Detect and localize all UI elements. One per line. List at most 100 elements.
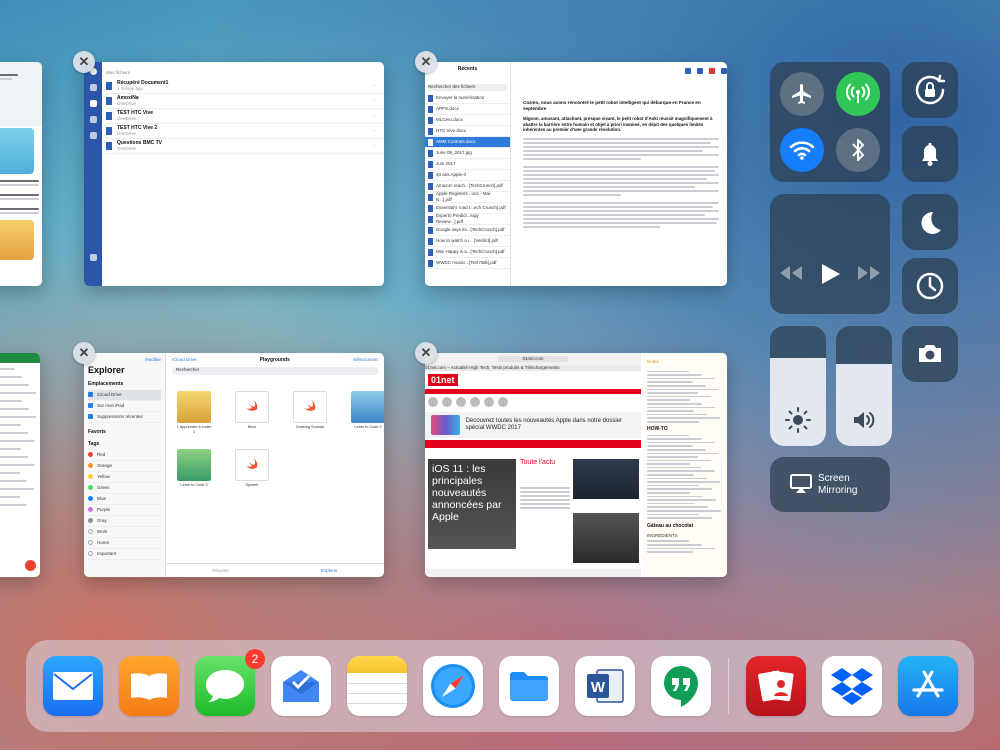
file-item[interactable]: Blink: [234, 391, 270, 430]
file-item[interactable]: 1 Apprendre à coder 1: [176, 391, 212, 434]
file-list-item[interactable]: Google says its...[TechCrunch].pdf: [425, 225, 510, 236]
airplane-mode-toggle[interactable]: [780, 72, 824, 116]
doc-row[interactable]: Questions BMC TV OneDrive ···: [106, 139, 384, 154]
dock-app-notes[interactable]: [347, 656, 407, 716]
add-fab-icon[interactable]: [25, 560, 36, 571]
tab-explorer[interactable]: Explorer: [321, 568, 338, 574]
tag-item[interactable]: Orange: [88, 461, 161, 472]
screen-mirroring-button[interactable]: Screen Mirroring: [770, 457, 890, 512]
folder-title: Playgrounds: [259, 357, 290, 363]
cellular-toggle[interactable]: [836, 72, 880, 116]
dock-app-ibooks[interactable]: [119, 656, 179, 716]
file-label: Learn to Code 2: [354, 425, 382, 429]
files-search[interactable]: Rechercher des fichiers: [428, 84, 507, 91]
app-card-files-doc[interactable]: Récents Rechercher des fichiers Envoyer …: [425, 62, 727, 286]
location-item[interactable]: iCloud Drive: [88, 389, 161, 401]
more-icon[interactable]: ···: [372, 83, 377, 89]
dock-app-dropbox[interactable]: [822, 656, 882, 716]
doc-row[interactable]: TEST HTC Vive 2 OneDrive ···: [106, 124, 384, 139]
dock-app-hangouts[interactable]: [651, 656, 711, 716]
notes-back[interactable]: Notes: [647, 359, 723, 365]
select-link[interactable]: Sélectionner: [353, 357, 378, 363]
dock-app-safari[interactable]: [423, 656, 483, 716]
file-list-item[interactable]: Juin 2017: [425, 159, 510, 170]
media-module: [770, 194, 890, 314]
file-list-item[interactable]: Mini Happy is a...[TechCrunch].pdf: [425, 247, 510, 258]
doc-meta: OneDrive: [117, 100, 137, 106]
dock-app-photo-cards[interactable]: [746, 656, 806, 716]
file-list-item[interactable]: Amazon reach...[TechCrunch].pdf: [425, 181, 510, 192]
file-list-item[interactable]: Apple Registers...ons - Mar N...].pdf: [425, 191, 510, 203]
tag-item[interactable]: Important: [88, 549, 161, 560]
camera-button[interactable]: [902, 326, 958, 382]
app-card-docs[interactable]: Mes fichiers Récupéré Document1 1 minute …: [84, 62, 384, 286]
more-icon[interactable]: ···: [372, 128, 377, 134]
safari-pane: 01net.com 01net.com – Actualité High Tec…: [425, 353, 641, 577]
url-bar[interactable]: 01net.com: [498, 356, 568, 362]
wwdc-banner[interactable]: Découvrez toutes les nouveautés Apple da…: [425, 412, 641, 438]
close-card-docs-button[interactable]: ✕: [73, 51, 95, 73]
news-image-1: [573, 459, 639, 499]
more-icon[interactable]: ···: [372, 98, 377, 104]
file-list-item[interactable]: Essential's road t...ech Crunch].pdf: [425, 203, 510, 214]
file-list-item[interactable]: June 09_2017.jpg: [425, 148, 510, 159]
doc-row[interactable]: Récupéré Document1 1 minute ago ···: [106, 79, 384, 94]
more-icon[interactable]: ···: [372, 143, 377, 149]
app-card-partial-sheet[interactable]: [0, 353, 40, 577]
file-item[interactable]: Learn to Code 3: [176, 449, 212, 488]
file-item[interactable]: Learn to Code 2: [350, 391, 384, 430]
hangouts-icon: [664, 666, 698, 707]
file-list-item[interactable]: HTC Vive.docx: [425, 126, 510, 137]
file-icon: [428, 94, 433, 102]
file-list-item[interactable]: 40 ans Apple-II: [425, 170, 510, 181]
tag-item[interactable]: Red: [88, 450, 161, 461]
tag-item[interactable]: Work: [88, 527, 161, 538]
doc-row[interactable]: TEST HTC Vive OneDrive ···: [106, 109, 384, 124]
file-item[interactable]: Spinner: [234, 449, 270, 488]
dock-app-files[interactable]: [499, 656, 559, 716]
app-card-explorer[interactable]: Modifier Explorer Emplacements iCloud Dr…: [84, 353, 384, 577]
mute-toggle[interactable]: [902, 126, 958, 182]
tag-item[interactable]: Yellow: [88, 472, 161, 483]
headline-tile[interactable]: iOS 11 : les principales nouveautés anno…: [428, 459, 516, 549]
bluetooth-toggle[interactable]: [836, 128, 880, 172]
wifi-toggle[interactable]: [780, 128, 824, 172]
file-item[interactable]: Drawing Sounds: [292, 391, 328, 430]
file-name: Google says its...[TechCrunch].pdf: [436, 227, 505, 233]
back-link[interactable]: iCloud Drive: [172, 357, 197, 363]
app-card-web-notes[interactable]: 01net.com 01net.com – Actualité High Tec…: [425, 353, 727, 577]
tag-item[interactable]: Green: [88, 483, 161, 494]
brightness-slider[interactable]: [770, 326, 826, 446]
tag-item[interactable]: Purple: [88, 505, 161, 516]
file-list-item[interactable]: Envoyer la numérisation: [425, 93, 510, 104]
doc-row[interactable]: AmoxiNa OneDrive ···: [106, 94, 384, 109]
file-list-item[interactable]: How to watch a i... [Verdict].pdf: [425, 236, 510, 247]
tag-item[interactable]: Gray: [88, 516, 161, 527]
timer-button[interactable]: [902, 258, 958, 314]
location-item[interactable]: Sur mon iPad: [88, 401, 161, 412]
dock-app-appstore[interactable]: [898, 656, 958, 716]
file-list-item[interactable]: APPS.docx: [425, 104, 510, 115]
dock-app-mail[interactable]: [43, 656, 103, 716]
close-card-explorer-button[interactable]: ✕: [73, 342, 95, 364]
explorer-search[interactable]: Rechercher: [172, 367, 378, 375]
location-item[interactable]: Suppressions récentes: [88, 412, 161, 423]
do-not-disturb-toggle[interactable]: [902, 194, 958, 250]
file-list-item[interactable]: AMM Contrats.docx: [425, 137, 510, 148]
app-card-partial-left[interactable]: [0, 62, 42, 286]
close-card-web-button[interactable]: ✕: [415, 342, 437, 364]
more-icon[interactable]: ···: [372, 113, 377, 119]
dock-app-word[interactable]: W: [575, 656, 635, 716]
close-card-files-button[interactable]: ✕: [415, 51, 437, 73]
file-icon: [428, 105, 433, 113]
dock-app-inbox[interactable]: [271, 656, 331, 716]
tag-item[interactable]: Blue: [88, 494, 161, 505]
file-list-item[interactable]: MLCero.docx: [425, 115, 510, 126]
file-list-item[interactable]: Esperto Predict...logy Review...].pdf: [425, 213, 510, 225]
edit-link[interactable]: Modifier: [145, 357, 161, 363]
file-list-item[interactable]: WWDC music!...[TechTalk].pdf: [425, 258, 510, 269]
volume-slider[interactable]: [836, 326, 892, 446]
tab-recents[interactable]: Récents: [212, 568, 229, 574]
rotation-lock-toggle[interactable]: [902, 62, 958, 118]
tag-item[interactable]: Home: [88, 538, 161, 549]
